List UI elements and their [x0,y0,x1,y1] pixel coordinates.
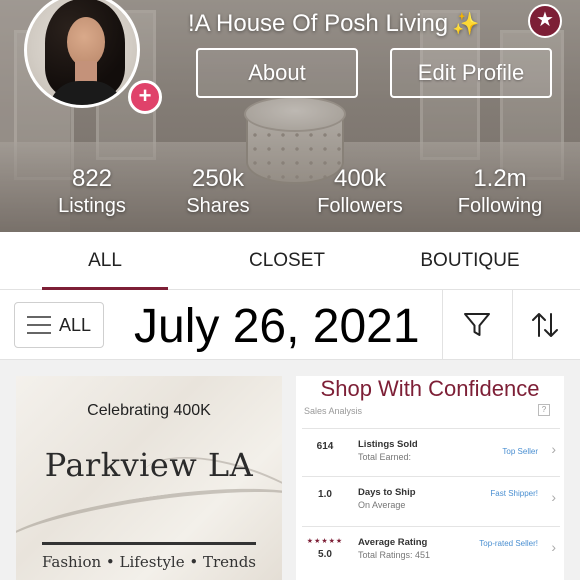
stats-bar: 822 Listings 250k Shares 400k Followers … [0,166,580,222]
help-icon: ? [538,404,550,416]
listing-shop-title: Shop With Confidence [320,376,540,401]
closet-tabs: ALL CLOSET BOUTIQUE [0,232,580,290]
stat-label: Following [457,195,543,217]
chevron-right-icon: › [551,441,556,457]
chevron-right-icon: › [551,539,556,555]
tab-label: ALL [88,250,122,271]
sales-row-badge: Fast Shipper! [490,489,538,498]
sales-row-value: 614 [316,441,334,452]
sales-row-badge: Top-rated Seller! [479,539,538,548]
divider [442,290,443,360]
tab-all[interactable]: ALL [42,232,168,290]
closet-name: !A House Of Posh Living ✨ [188,10,480,38]
brand-rule [42,542,256,545]
edit-profile-button[interactable]: Edit Profile [390,48,552,98]
sales-row-subtitle: On Average [358,500,406,510]
sales-row-title: Average Rating [358,537,428,548]
listing-celebrating-text: Celebrating 400K [87,402,211,419]
stat-following[interactable]: 1.2m Following [430,166,570,220]
stat-value: 1.2m [473,165,527,192]
stat-followers[interactable]: 400k Followers [290,166,430,220]
funnel-icon[interactable] [460,308,494,342]
closet-name-text: !A House Of Posh Living [188,10,449,37]
sales-analysis-label: Sales Analysis [304,406,363,416]
avatar-wrap[interactable]: + [22,0,162,114]
tab-closet[interactable]: CLOSET [222,232,352,290]
stat-label: Shares [186,195,250,217]
category-filter-label: ALL [58,315,91,335]
stat-value: 400k [333,165,387,192]
star-icon[interactable]: ★ [528,4,562,38]
add-photo-icon[interactable]: + [128,80,162,114]
tab-label: BOUTIQUE [420,250,520,271]
sales-row-days-to-ship: 1.0 Days to Ship On Average Fast Shipper… [302,476,560,522]
category-filter-button[interactable]: ALL [14,302,104,348]
sales-row-value: 5.0 [318,549,332,560]
tab-label: CLOSET [248,250,326,271]
stat-shares[interactable]: 250k Shares [148,166,288,220]
rating-stars-icon: ★★★★★ [306,538,344,545]
divider [512,290,513,360]
avatar[interactable] [24,0,140,108]
stat-label: Listings [58,195,126,217]
sales-row-title: Days to Ship [358,487,416,498]
chevron-right-icon: › [551,489,556,505]
sparkle-icon: ✨ [452,11,480,36]
listing-card[interactable]: Celebrating 400K Parkview LA Fashion • L… [16,376,282,580]
tab-boutique[interactable]: BOUTIQUE [404,232,536,290]
stat-value: 250k [191,165,245,192]
hamburger-icon [27,316,51,334]
date-overlay-text: July 26, 2021 [134,300,420,353]
sales-row-title: Listings Sold [358,439,418,450]
about-button[interactable]: About [196,48,358,98]
sales-row-subtitle: Total Ratings: 451 [358,550,431,560]
stat-value: 822 [71,165,113,192]
sales-row-badge: Top Seller [502,447,538,456]
listing-tagline: Fashion • Lifestyle • Trends [41,553,257,571]
stat-listings[interactable]: 822 Listings [22,166,162,220]
sales-row-subtitle: Total Earned: [358,452,412,462]
sales-row-average-rating: ★★★★★ 5.0 Average Rating Total Ratings: … [302,526,560,572]
sort-arrows-icon[interactable] [528,308,562,342]
sales-row-value: 1.0 [318,489,332,500]
listing-card[interactable]: Shop With Confidence Sales Analysis ? 61… [296,376,564,580]
sales-row-listings-sold: 614 Listings Sold Total Earned: Top Sell… [302,428,560,474]
stat-label: Followers [317,195,403,217]
listing-brand-title: Parkview LA [44,446,254,484]
